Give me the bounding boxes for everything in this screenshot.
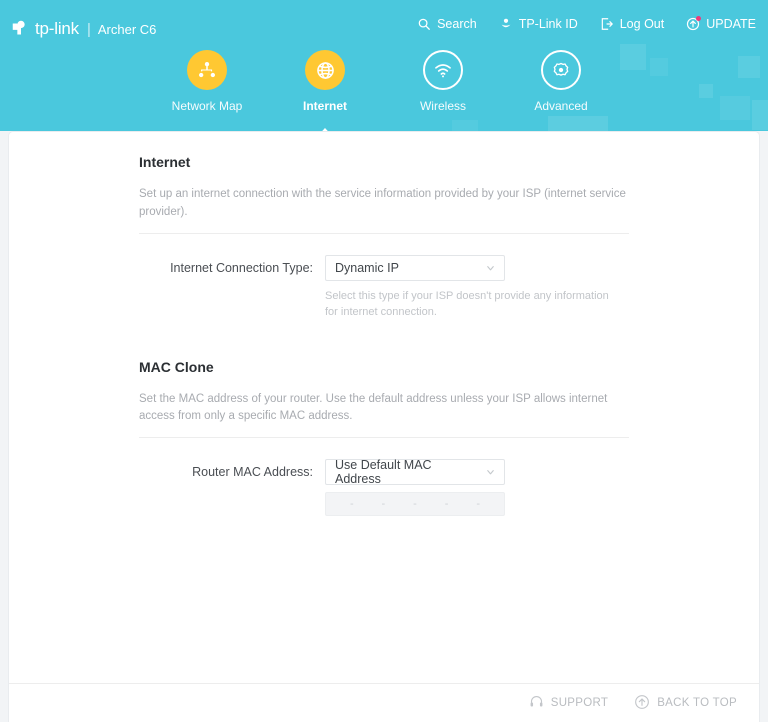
tab-network-map-label: Network Map — [171, 99, 243, 113]
connection-type-field: Dynamic IP Select this type if your ISP … — [325, 254, 609, 321]
tab-network-map[interactable]: Network Map — [148, 50, 266, 113]
globe-icon — [305, 50, 345, 90]
page-footer: SUPPORT BACK TO TOP — [9, 683, 759, 722]
mac-separator: - — [444, 497, 449, 510]
connection-type-hint: Select this type if your ISP doesn't pro… — [325, 289, 609, 319]
tab-wireless-label: Wireless — [419, 99, 466, 113]
mac-separator: - — [381, 497, 386, 510]
main-nav-tabs: Network Map Internet Wireless Advanced — [0, 50, 768, 131]
router-mac-value: Use Default MAC Address — [335, 458, 432, 487]
update-button[interactable]: UPDATE — [686, 16, 756, 31]
card-content: Internet Set up an internet connection w… — [9, 132, 759, 517]
mac-separator: - — [413, 497, 417, 510]
wifi-icon — [423, 50, 463, 90]
internet-section-description: Set up an internet connection with the s… — [139, 186, 629, 234]
router-model-name: Archer C6 — [97, 21, 157, 37]
content-card: Internet Set up an internet connection w… — [8, 131, 760, 722]
search-button[interactable]: Search — [417, 17, 477, 31]
update-label: UPDATE — [706, 17, 756, 31]
back-to-top-label: BACK TO TOP — [657, 697, 737, 709]
field-row-connection-type: Internet Connection Type: Dynamic IP Sel… — [139, 254, 629, 321]
router-mac-select[interactable]: Use Default MAC Address — [325, 458, 505, 487]
support-link[interactable]: SUPPORT — [529, 694, 608, 712]
chevron-down-icon — [485, 262, 496, 273]
tab-advanced-label: Advanced — [534, 99, 588, 113]
logout-button[interactable]: Log Out — [600, 17, 664, 31]
arrow-up-circle-icon — [634, 694, 650, 713]
router-mac-field: Use Default MAC Address - - - - - — [325, 458, 505, 517]
router-mac-label: Router MAC Address: — [192, 465, 313, 480]
mac-clone-section-description: Set the MAC address of your router. Use … — [139, 391, 629, 439]
chevron-down-icon — [485, 467, 496, 478]
brand-logo[interactable]: tp-link | Archer C6 — [10, 16, 156, 42]
tab-internet-label: Internet — [302, 99, 347, 113]
tab-advanced[interactable]: Advanced — [502, 50, 620, 113]
tab-internet[interactable]: Internet — [266, 50, 384, 131]
brand-name: tp-link — [35, 19, 79, 38]
connection-type-value: Dynamic IP — [335, 260, 399, 275]
logout-icon — [600, 17, 614, 31]
tp-link-logo-icon — [10, 18, 32, 40]
mac-address-input: - - - - - — [325, 492, 505, 517]
search-icon — [417, 17, 431, 31]
brand-separator: | — [86, 20, 91, 38]
user-icon — [499, 17, 513, 31]
mac-clone-section-title: MAC Clone — [139, 358, 214, 375]
tab-wireless[interactable]: Wireless — [384, 50, 502, 113]
update-notification-badge — [696, 16, 702, 21]
section-mac-clone: MAC Clone Set the MAC address of your ro… — [139, 359, 629, 517]
headset-icon — [529, 694, 544, 712]
connection-type-select[interactable]: Dynamic IP — [325, 254, 505, 281]
update-icon — [686, 16, 702, 31]
network-map-icon — [187, 50, 227, 90]
logout-label: Log Out — [619, 17, 665, 31]
gear-icon — [541, 50, 581, 90]
internet-section-title: Internet — [139, 154, 191, 170]
section-internet: Internet Set up an internet connection w… — [139, 154, 629, 321]
back-to-top-link[interactable]: BACK TO TOP — [634, 694, 737, 713]
header-decoration-shape — [452, 120, 478, 131]
mac-separator: - — [476, 497, 480, 510]
support-label: SUPPORT — [550, 697, 609, 709]
utility-nav: Search TP-Link ID Log Out UPDATE — [417, 16, 756, 31]
tplink-id-label: TP-Link ID — [518, 17, 578, 31]
connection-type-label: Internet Connection Type: — [170, 260, 313, 275]
mac-separator: - — [349, 497, 354, 510]
header-decoration-shape — [548, 116, 608, 131]
field-row-router-mac: Router MAC Address: Use Default MAC Addr… — [139, 458, 629, 517]
tplink-id-button[interactable]: TP-Link ID — [499, 17, 578, 31]
search-label: Search — [437, 17, 477, 31]
page-header: tp-link | Archer C6 Search TP-Link ID Lo… — [0, 0, 768, 131]
